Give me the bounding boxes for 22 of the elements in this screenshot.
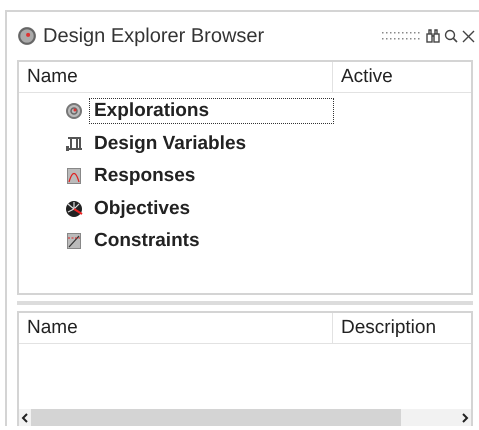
column-header[interactable]: Name <box>19 317 78 339</box>
column-header[interactable]: Name <box>19 66 78 88</box>
disc-icon <box>65 102 83 120</box>
close-icon[interactable] <box>462 30 475 42</box>
curve-icon <box>65 167 83 186</box>
binoculars-icon[interactable] <box>426 29 440 43</box>
tree-item[interactable]: Explorations <box>89 98 334 124</box>
bench-icon <box>65 134 83 153</box>
tree-item[interactable]: Design Variables <box>89 130 334 157</box>
column-header[interactable]: Active <box>333 66 393 87</box>
panel-title: Design Explorer Browser <box>43 24 264 48</box>
tree-item[interactable]: Constraints <box>89 228 334 254</box>
column-header[interactable]: Description <box>333 317 436 338</box>
disc-icon <box>17 26 37 46</box>
chart-icon <box>65 232 83 250</box>
scrollbar-thumb[interactable] <box>31 409 401 426</box>
horizontal-scrollbar[interactable] <box>19 409 471 426</box>
gauge-icon <box>65 200 83 218</box>
tree-item[interactable]: Objectives <box>89 196 334 222</box>
search-icon[interactable] <box>444 29 458 43</box>
tree-item[interactable]: Responses <box>89 163 334 190</box>
grip-icon[interactable] <box>382 31 422 41</box>
